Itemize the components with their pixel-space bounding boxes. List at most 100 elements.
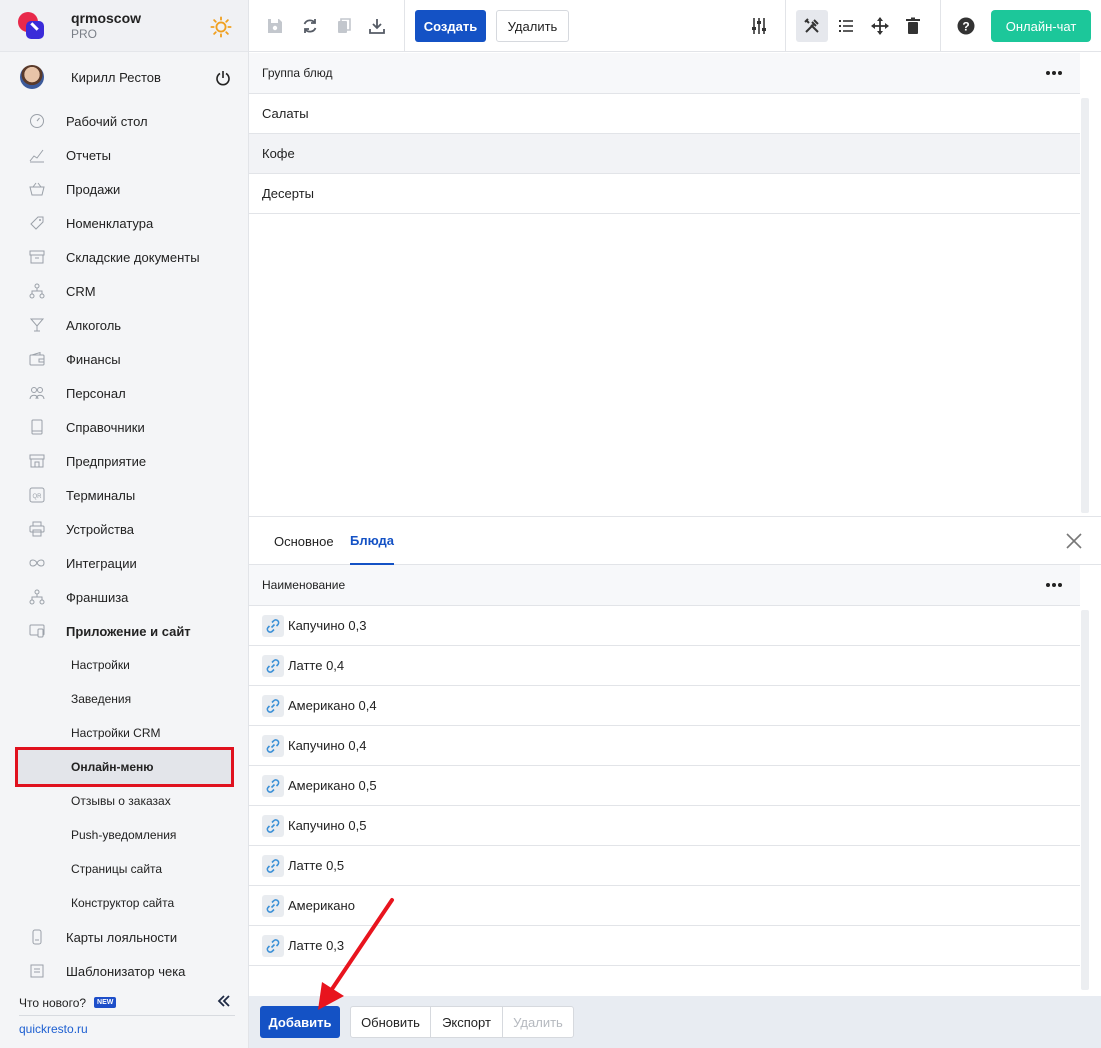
toolbar: Создать Удалить ? Онлайн-чат bbox=[249, 0, 1101, 52]
export-button[interactable]: Экспорт bbox=[430, 1006, 503, 1038]
card-icon bbox=[28, 928, 46, 946]
tab-main[interactable]: Основное bbox=[274, 517, 334, 565]
people-icon bbox=[28, 384, 46, 402]
dish-name: Американо bbox=[288, 898, 355, 913]
chart-icon bbox=[28, 146, 46, 164]
whats-new[interactable]: Что нового? NEW bbox=[19, 990, 235, 1016]
sidebar-item-warehouse[interactable]: Складские документы bbox=[0, 240, 249, 274]
collapse-sidebar-icon[interactable] bbox=[217, 994, 231, 1008]
move-icon[interactable] bbox=[868, 14, 892, 38]
table-row[interactable]: Латте 0,3 bbox=[249, 926, 1080, 966]
sidebar-item-terminals[interactable]: QR Терминалы bbox=[0, 478, 249, 512]
download-icon[interactable] bbox=[365, 14, 389, 38]
dish-name: Американо 0,4 bbox=[288, 698, 377, 713]
copy-icon[interactable] bbox=[332, 14, 356, 38]
subnav-item-site-builder[interactable]: Конструктор сайта bbox=[0, 886, 249, 920]
sidebar-item-franchise[interactable]: Франшиза bbox=[0, 580, 249, 614]
user-block: Кирилл Рестов bbox=[0, 52, 248, 102]
dish-name: Капучино 0,4 bbox=[288, 738, 367, 753]
close-icon[interactable] bbox=[1065, 532, 1083, 550]
sidebar-item-integrations[interactable]: Интеграции bbox=[0, 546, 249, 580]
subnav-item-venues[interactable]: Заведения bbox=[0, 682, 249, 716]
store-icon bbox=[28, 452, 46, 470]
power-icon[interactable] bbox=[215, 70, 231, 86]
table-row[interactable]: Капучино 0,4 bbox=[249, 726, 1080, 766]
table-row[interactable]: Американо bbox=[249, 886, 1080, 926]
sidebar-item-devices[interactable]: Устройства bbox=[0, 512, 249, 546]
avatar[interactable] bbox=[20, 65, 44, 89]
online-chat-button[interactable]: Онлайн-чат bbox=[991, 10, 1091, 42]
table-row[interactable]: Кофе bbox=[249, 134, 1080, 174]
sidebar-item-label: Персонал bbox=[66, 385, 126, 401]
table-row[interactable]: Десерты bbox=[249, 174, 1080, 214]
sidebar-item-label: Устройства bbox=[66, 521, 135, 537]
tag-icon bbox=[28, 214, 46, 232]
svg-text:?: ? bbox=[962, 20, 969, 34]
table-row[interactable]: Капучино 0,5 bbox=[249, 806, 1080, 846]
table-row[interactable]: Салаты bbox=[249, 94, 1080, 134]
subnav-item-push[interactable]: Push-уведомления bbox=[0, 818, 249, 852]
sidebar-item-receipt-templates[interactable]: Шаблонизатор чека bbox=[0, 954, 249, 988]
sidebar-item-dashboard[interactable]: Рабочий стол bbox=[0, 104, 249, 138]
link-icon bbox=[262, 774, 284, 797]
save-icon[interactable] bbox=[263, 14, 287, 38]
subnav-item-settings[interactable]: Настройки bbox=[0, 648, 249, 682]
refresh-icon[interactable] bbox=[298, 14, 322, 38]
create-button[interactable]: Создать bbox=[415, 10, 486, 42]
filter-sliders-icon[interactable] bbox=[747, 14, 771, 38]
subnav-item-crm-settings[interactable]: Настройки CRM bbox=[0, 716, 249, 750]
trash-icon[interactable] bbox=[901, 14, 925, 38]
dish-name: Американо 0,5 bbox=[288, 778, 377, 793]
dish-groups-list: Группа блюд Салаты Кофе Десерты bbox=[249, 53, 1101, 517]
list-icon[interactable] bbox=[834, 14, 858, 38]
scrollbar[interactable] bbox=[1081, 98, 1089, 513]
sidebar-item-staff[interactable]: Персонал bbox=[0, 376, 249, 410]
basket-icon bbox=[28, 180, 46, 198]
sidebar-item-references[interactable]: Справочники bbox=[0, 410, 249, 444]
sidebar-item-loyalty-cards[interactable]: Карты лояльности bbox=[0, 920, 249, 954]
link-icon bbox=[262, 694, 284, 717]
dish-name: Латте 0,3 bbox=[288, 938, 345, 953]
sidebar-item-label: Карты лояльности bbox=[66, 929, 178, 945]
brand-logo bbox=[18, 11, 46, 40]
more-icon[interactable] bbox=[1044, 65, 1064, 81]
dish-name: Капучино 0,5 bbox=[288, 818, 367, 833]
tools-icon[interactable] bbox=[796, 10, 828, 42]
subnav-item-site-pages[interactable]: Страницы сайта bbox=[0, 852, 249, 886]
sidebar-item-nomenclature[interactable]: Номенклатура bbox=[0, 206, 249, 240]
tab-dishes[interactable]: Блюда bbox=[350, 517, 395, 565]
delete-button[interactable]: Удалить bbox=[496, 10, 569, 42]
table-row[interactable]: Капучино 0,3 bbox=[249, 606, 1080, 646]
table-row[interactable]: Американо 0,5 bbox=[249, 766, 1080, 806]
link-icon bbox=[262, 734, 284, 757]
more-icon[interactable] bbox=[1044, 577, 1064, 593]
table-row[interactable]: Латте 0,5 bbox=[249, 846, 1080, 886]
groups-column-header: Группа блюд bbox=[249, 53, 1080, 94]
sidebar-item-label: CRM bbox=[66, 283, 96, 299]
subnav-item-online-menu[interactable]: Онлайн-меню bbox=[18, 750, 232, 784]
sidebar-item-reports[interactable]: Отчеты bbox=[0, 138, 249, 172]
footer-delete-button[interactable]: Удалить bbox=[502, 1006, 574, 1038]
cocktail-icon bbox=[28, 316, 46, 334]
sidebar-item-alcohol[interactable]: Алкоголь bbox=[0, 308, 249, 342]
sidebar-item-label: Франшиза bbox=[66, 589, 129, 605]
dishes-column-header: Наименование bbox=[249, 565, 1080, 606]
help-icon[interactable]: ? bbox=[954, 14, 978, 38]
refresh-button[interactable]: Обновить bbox=[350, 1006, 431, 1038]
sidebar-item-label: Финансы bbox=[66, 351, 121, 367]
sidebar-item-sales[interactable]: Продажи bbox=[0, 172, 249, 206]
site-link[interactable]: quickresto.ru bbox=[19, 1022, 88, 1036]
sidebar-item-label: Справочники bbox=[66, 419, 145, 435]
whats-new-label: Что нового? bbox=[19, 995, 87, 1010]
sidebar-item-finance[interactable]: Финансы bbox=[0, 342, 249, 376]
sun-icon[interactable] bbox=[210, 16, 232, 38]
sidebar-item-enterprise[interactable]: Предприятие bbox=[0, 444, 249, 478]
scrollbar[interactable] bbox=[1081, 610, 1089, 990]
subnav-item-order-reviews[interactable]: Отзывы о заказах bbox=[0, 784, 249, 818]
add-button[interactable]: Добавить bbox=[260, 1006, 340, 1038]
table-row[interactable]: Американо 0,4 bbox=[249, 686, 1080, 726]
table-row[interactable]: Латте 0,4 bbox=[249, 646, 1080, 686]
link-icon bbox=[262, 934, 284, 957]
sidebar-item-app-and-site[interactable]: Приложение и сайт bbox=[0, 614, 249, 648]
sidebar-item-crm[interactable]: CRM bbox=[0, 274, 249, 308]
